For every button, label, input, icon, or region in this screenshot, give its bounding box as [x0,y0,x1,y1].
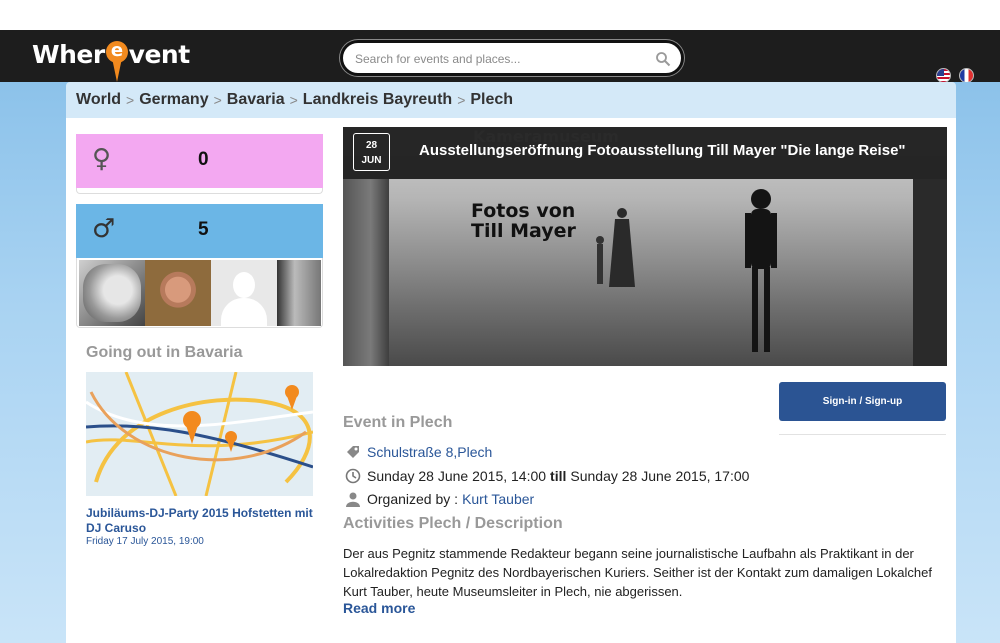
event-time-row: Sunday 28 June 2015, 14:00 till Sunday 2… [345,468,749,484]
event-in-title: Event in Plech [343,414,453,431]
breadcrumb-separator: > [457,92,466,108]
avatar[interactable] [211,260,277,326]
organized-by-label: Organized by : [367,491,459,507]
breadcrumb-separator: > [289,92,298,108]
fr-flag-icon[interactable] [959,68,974,83]
event-time-end: Sunday 28 June 2015, 17:00 [570,468,750,484]
female-attendee-list [76,188,323,194]
breadcrumb-landkreis-bayreuth[interactable]: Landkreis Bayreuth [303,91,452,109]
search-input[interactable] [355,49,645,69]
main-content: ♀ 0 ♂ 5 Going out in Bavaria Jubiläums-D… [66,118,956,643]
wherevent-logo[interactable]: Wher e vent [32,34,191,82]
male-attendee-list [76,258,323,328]
location-tag-icon [347,446,359,458]
event-date-badge: 28 JUN [353,133,390,171]
language-flags [936,68,974,83]
avatar[interactable] [79,260,145,326]
banner-headline: Fotos von Till Mayer [471,200,576,242]
breadcrumb-world[interactable]: World [76,91,121,109]
signin-signup-button[interactable]: Sign-in / Sign-up [779,382,946,421]
read-more-link[interactable]: Read more [343,600,415,616]
logo-pin-letter: e [105,41,128,63]
going-out-title: Going out in Bavaria [86,344,243,361]
breadcrumb-bavaria[interactable]: Bavaria [227,91,285,109]
figure-silhouette [609,208,635,287]
divider [779,434,946,435]
top-strip [0,0,1000,30]
event-date-day: 28 [365,140,378,151]
search-icon[interactable] [655,51,671,67]
event-description: Der aus Pegnitz stammende Redakteur bega… [343,546,932,599]
user-icon [346,492,360,507]
logo-text-suffix: vent [128,39,191,69]
map-illustration [86,372,313,496]
avatar[interactable] [277,260,321,326]
banner-headline-top: Kameramuseum [473,127,619,146]
search-box [340,40,684,76]
event-time-start: Sunday 28 June 2015, 14:00 [367,468,547,484]
logo-pin-icon: e [105,41,128,82]
male-attendance[interactable]: ♂ 5 [76,204,323,258]
event-address-link[interactable]: Schulstraße 8,Plech [367,444,492,460]
figure-silhouette [745,189,777,352]
event-date-month: JUN [361,155,382,166]
activities-title: Activities Plech / Description [343,515,563,532]
avatar[interactable] [145,260,211,326]
event-time-separator: till [550,468,567,484]
breadcrumb-plech[interactable]: Plech [470,91,513,109]
female-attendance[interactable]: ♀ 0 [76,134,323,188]
us-flag-icon[interactable] [936,68,951,83]
related-event-link[interactable]: Jubiläums-DJ-Party 2015 Hofstetten mit D… [86,506,316,536]
breadcrumb-separator: > [126,92,135,108]
breadcrumb-germany[interactable]: Germany [139,91,208,109]
male-icon: ♂ [92,214,116,244]
breadcrumb-separator: > [213,92,222,108]
clock-icon [345,468,361,484]
event-address-row: Schulstraße 8,Plech [345,444,492,460]
organizer-link[interactable]: Kurt Tauber [462,491,534,507]
breadcrumb: World > Germany > Bavaria > Landkreis Ba… [66,82,956,118]
event-banner-image: Fotos von Till Mayer 28 JUN Ausstellungs… [343,127,947,366]
event-organizer-row: Organized by : Kurt Tauber [345,491,534,507]
female-count: 0 [198,149,209,170]
figure-silhouette [596,236,604,284]
map-thumbnail[interactable] [86,372,313,496]
male-count: 5 [198,219,209,240]
related-event-date: Friday 17 July 2015, 19:00 [86,536,204,547]
logo-text-prefix: Wher [32,39,105,69]
event-title-bar: 28 JUN Ausstellungseröffnung Fotoausstel… [343,127,947,179]
female-icon: ♀ [92,144,112,174]
